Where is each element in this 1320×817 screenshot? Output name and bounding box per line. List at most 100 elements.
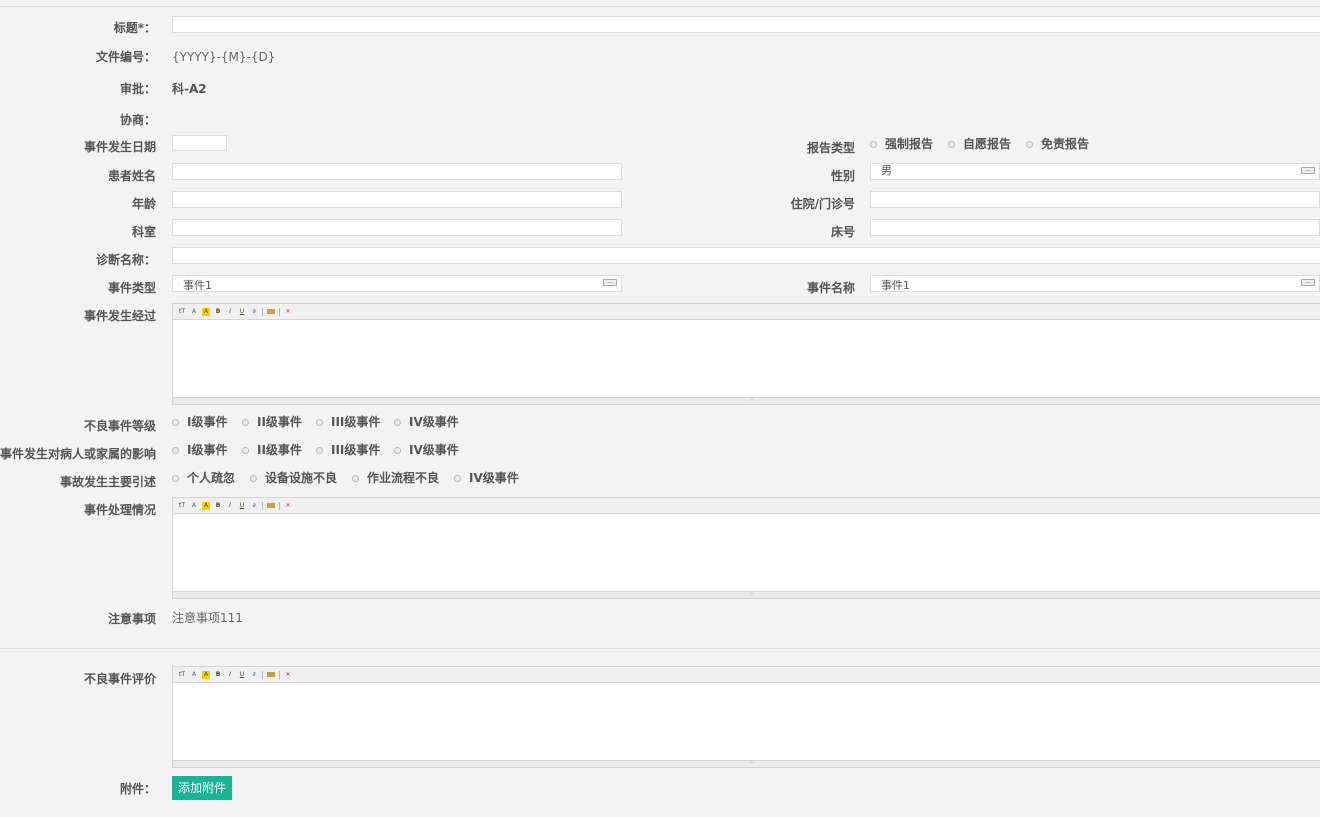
link-icon[interactable]: ∂	[250, 671, 258, 679]
event-name-select[interactable]: 事件1 ...	[870, 275, 1320, 292]
radio-dot[interactable]	[394, 418, 401, 426]
event-name-picker-button[interactable]: ...	[1301, 279, 1315, 286]
toolbar-separator	[279, 307, 280, 316]
underline-icon[interactable]: U	[238, 671, 246, 679]
doc-no-value: {YYYY}-{M}-{D}	[172, 50, 276, 64]
radio-impact-3[interactable]: III级事件	[316, 443, 394, 457]
impact-label: 事件发生对病人或家属的影响	[0, 447, 157, 461]
department-input[interactable]	[172, 219, 622, 236]
radio-cause-1[interactable]: 个人疏忽	[172, 471, 250, 485]
clear-format-icon[interactable]: ✕	[284, 308, 292, 316]
underline-icon[interactable]: U	[238, 308, 246, 316]
editor-resize-handle[interactable]: ⁘	[173, 397, 1320, 404]
bold-icon[interactable]: B	[214, 671, 222, 679]
italic-icon[interactable]: I	[226, 671, 234, 679]
font-color-icon[interactable]: A	[190, 502, 198, 510]
editor-resize-handle[interactable]: ⁘	[173, 591, 1320, 598]
radio-mandatory[interactable]: 强制报告	[870, 137, 948, 151]
evaluation-label: 不良事件评价	[83, 672, 156, 686]
gender-select[interactable]: 男 ...	[870, 163, 1320, 180]
radio-impact-2[interactable]: II级事件	[242, 443, 316, 457]
event-process-editor[interactable]: tT A A B I U ∂ ✕ ⁘	[172, 303, 1320, 405]
highlight-icon[interactable]: A	[202, 670, 210, 679]
event-type-label: 事件类型	[107, 281, 156, 295]
bed-no-input[interactable]	[870, 219, 1320, 236]
attachment-label: 附件：	[119, 782, 156, 796]
editor-toolbar: tT A A B I U ∂ ✕	[173, 667, 1320, 683]
title-input[interactable]	[172, 16, 1320, 33]
evaluation-editor[interactable]: tT A A B I U ∂ ✕ ⁘	[172, 666, 1320, 768]
radio-label: 作业流程不良	[367, 471, 440, 485]
record-no-label: 住院/门诊号	[790, 197, 855, 211]
link-icon[interactable]: ∂	[250, 308, 258, 316]
image-icon[interactable]	[267, 309, 275, 314]
gender-picker-button[interactable]: ...	[1301, 167, 1315, 174]
radio-level-2[interactable]: II级事件	[242, 415, 316, 429]
radio-label: III级事件	[331, 443, 381, 457]
radio-cause-3[interactable]: 作业流程不良	[352, 471, 454, 485]
section-divider	[0, 648, 1320, 649]
image-icon[interactable]	[267, 672, 275, 677]
diagnosis-input[interactable]	[172, 247, 1320, 264]
patient-name-input[interactable]	[172, 163, 622, 180]
add-attachment-button[interactable]: 添加附件	[172, 776, 232, 800]
radio-dot[interactable]	[250, 474, 257, 482]
gender-value: 男	[881, 164, 892, 177]
radio-cause-2[interactable]: 设备设施不良	[250, 471, 352, 485]
adverse-level-label: 不良事件等级	[83, 419, 156, 433]
radio-dot[interactable]	[870, 140, 877, 148]
radio-dot[interactable]	[1026, 140, 1033, 148]
radio-dot[interactable]	[172, 474, 179, 482]
age-input[interactable]	[172, 191, 622, 208]
radio-dot[interactable]	[316, 446, 323, 454]
bold-icon[interactable]: B	[214, 308, 222, 316]
event-type-picker-button[interactable]: ...	[603, 279, 617, 286]
radio-dot[interactable]	[316, 418, 323, 426]
radio-dot[interactable]	[242, 446, 249, 454]
event-date-input[interactable]	[172, 135, 227, 151]
clear-format-icon[interactable]: ✕	[284, 671, 292, 679]
radio-label: 个人疏忽	[187, 471, 236, 485]
handling-editor[interactable]: tT A A B I U ∂ ✕ ⁘	[172, 497, 1320, 599]
radio-label: IV级事件	[469, 471, 519, 485]
link-icon[interactable]: ∂	[250, 502, 258, 510]
underline-icon[interactable]: U	[238, 502, 246, 510]
clear-format-icon[interactable]: ✕	[284, 502, 292, 510]
record-no-input[interactable]	[870, 191, 1320, 208]
radio-dot[interactable]	[394, 446, 401, 454]
radio-dot[interactable]	[352, 474, 359, 482]
radio-voluntary[interactable]: 自愿报告	[948, 137, 1026, 151]
radio-exempt[interactable]: 免责报告	[1026, 137, 1104, 151]
toolbar-separator	[262, 501, 263, 510]
bold-icon[interactable]: B	[214, 502, 222, 510]
font-size-icon[interactable]: tT	[178, 671, 186, 679]
radio-impact-4[interactable]: IV级事件	[394, 443, 472, 457]
radio-dot[interactable]	[454, 474, 461, 482]
highlight-icon[interactable]: A	[202, 501, 210, 510]
radio-label: II级事件	[257, 415, 302, 429]
radio-impact-1[interactable]: I级事件	[172, 443, 242, 457]
radio-dot[interactable]	[948, 140, 955, 148]
toolbar-separator	[279, 670, 280, 679]
radio-level-4[interactable]: IV级事件	[394, 415, 472, 429]
event-type-select[interactable]: 事件1 ...	[172, 275, 622, 292]
editor-resize-handle[interactable]: ⁘	[173, 760, 1320, 767]
font-color-icon[interactable]: A	[190, 671, 198, 679]
approval-label: 审批：	[119, 82, 156, 96]
radio-label: I级事件	[187, 443, 228, 457]
radio-dot[interactable]	[242, 418, 249, 426]
font-size-icon[interactable]: tT	[178, 502, 186, 510]
font-color-icon[interactable]: A	[190, 308, 198, 316]
highlight-icon[interactable]: A	[202, 307, 210, 316]
radio-level-3[interactable]: III级事件	[316, 415, 394, 429]
radio-cause-4[interactable]: IV级事件	[454, 471, 532, 485]
radio-level-1[interactable]: I级事件	[172, 415, 242, 429]
radio-dot[interactable]	[172, 418, 179, 426]
italic-icon[interactable]: I	[226, 308, 234, 316]
image-icon[interactable]	[267, 503, 275, 508]
editor-toolbar: tT A A B I U ∂ ✕	[173, 304, 1320, 320]
italic-icon[interactable]: I	[226, 502, 234, 510]
radio-dot[interactable]	[172, 446, 179, 454]
font-size-icon[interactable]: tT	[178, 308, 186, 316]
radio-label: II级事件	[257, 443, 302, 457]
